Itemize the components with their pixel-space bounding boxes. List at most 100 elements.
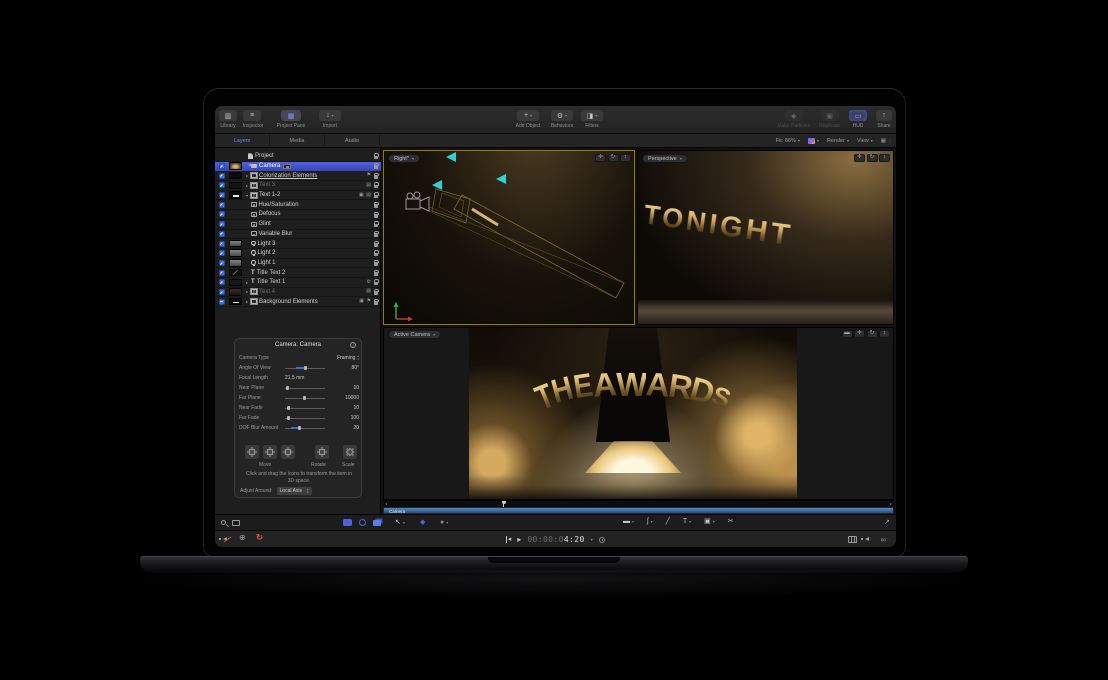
dolly-tool-icon[interactable]: ↕ bbox=[620, 154, 631, 162]
layer-checkbox[interactable] bbox=[219, 231, 225, 237]
slider-thumb[interactable] bbox=[298, 426, 301, 431]
duration-icon[interactable] bbox=[599, 537, 605, 543]
timecode-menu-icon[interactable]: ▾ bbox=[591, 538, 593, 542]
viewport-active-camera[interactable]: Active Camera▾ ▬ ✛ ↻ ↕ THEAWARDS bbox=[383, 327, 894, 500]
layer-row[interactable]: Defocus bbox=[215, 210, 381, 220]
layer-checkbox[interactable] bbox=[219, 202, 225, 208]
inspector-value[interactable]: 10 bbox=[329, 385, 359, 391]
layer-checkbox[interactable] bbox=[219, 163, 225, 169]
layer-checkbox[interactable] bbox=[219, 221, 225, 227]
keyframe-editor-toggle-icon[interactable] bbox=[359, 519, 366, 526]
play-range-icon[interactable] bbox=[848, 536, 857, 543]
orbit-tool-icon[interactable]: ↻ bbox=[608, 154, 619, 162]
inspector-value[interactable]: Framing bbox=[329, 355, 355, 361]
layer-row[interactable]: ▾TText 1-2▣▤ bbox=[215, 191, 381, 201]
previous-frame-button[interactable]: ◂ bbox=[506, 536, 511, 543]
layer-checkbox[interactable] bbox=[219, 241, 225, 247]
layer-row[interactable]: Camera bbox=[215, 162, 381, 172]
behaviors-button[interactable]: ⚙▾ bbox=[551, 110, 573, 121]
slider-thumb[interactable] bbox=[287, 416, 290, 421]
resize-handle-icon[interactable]: ↗ bbox=[884, 519, 890, 526]
play-button[interactable]: ▸ bbox=[517, 536, 521, 544]
layer-checkbox[interactable] bbox=[219, 250, 225, 256]
bezier-tool[interactable]: ʃ▾ bbox=[647, 518, 653, 525]
move-z-button[interactable] bbox=[281, 445, 295, 459]
viewport-right-view[interactable]: Right*▾ ✛ ↻ ↕ bbox=[383, 150, 635, 325]
adjust-3d-tool[interactable]: ●▾ bbox=[440, 519, 448, 526]
adjust-item-tool[interactable]: ◆ bbox=[420, 519, 425, 526]
layer-row[interactable]: Light 2 bbox=[215, 249, 381, 259]
render-menu[interactable]: Render▾ bbox=[827, 138, 849, 144]
layer-row[interactable]: Hue/Saturation bbox=[215, 200, 381, 210]
mask-tool[interactable]: ▣▾ bbox=[704, 518, 715, 525]
audio-timeline-toggle-icon[interactable] bbox=[373, 520, 381, 526]
filters-button[interactable]: ◨▾ bbox=[581, 110, 603, 121]
layer-row[interactable]: Light 1 bbox=[215, 259, 381, 269]
view-menu[interactable]: View▾ bbox=[857, 138, 873, 144]
line-tool[interactable]: ╱ bbox=[666, 518, 670, 525]
make-particles-button[interactable]: ◆ bbox=[785, 110, 803, 121]
dolly-tool-icon[interactable]: ↕ bbox=[879, 330, 890, 338]
layer-checkbox[interactable] bbox=[219, 279, 225, 285]
scroll-right-icon[interactable]: ▸ bbox=[890, 502, 892, 506]
layer-checkbox[interactable] bbox=[219, 182, 225, 188]
info-icon[interactable]: i bbox=[350, 342, 356, 348]
orbit-tool-icon[interactable]: ↻ bbox=[867, 330, 878, 338]
layer-checkbox[interactable] bbox=[219, 299, 225, 305]
tab-audio[interactable]: Audio bbox=[325, 134, 380, 148]
layer-checkbox[interactable] bbox=[219, 260, 225, 266]
slider-thumb[interactable] bbox=[303, 396, 306, 401]
slider-control[interactable] bbox=[285, 415, 329, 421]
layer-checkbox[interactable] bbox=[219, 289, 225, 295]
layer-row[interactable]: Project bbox=[215, 152, 381, 162]
inspector-value[interactable]: 20 bbox=[329, 425, 359, 431]
move-xz-button[interactable] bbox=[263, 445, 277, 459]
layer-checkbox[interactable] bbox=[219, 211, 225, 217]
viewport-camera-popup[interactable]: Active Camera▾ bbox=[388, 330, 441, 339]
timecode-field[interactable]: 00:00:04:20 bbox=[527, 535, 584, 544]
share-button[interactable]: ↑ bbox=[876, 110, 892, 121]
tab-media[interactable]: Media bbox=[270, 134, 325, 148]
rotate-button[interactable] bbox=[315, 445, 329, 459]
slider-thumb[interactable] bbox=[286, 386, 289, 391]
camera-track-bar[interactable]: Camera bbox=[383, 507, 894, 514]
orbit-tool-icon[interactable]: ↻ bbox=[867, 154, 878, 162]
slider-control[interactable] bbox=[285, 385, 329, 391]
layer-checkbox[interactable] bbox=[219, 173, 225, 179]
import-button[interactable]: ↓▾ bbox=[319, 110, 341, 121]
viewport-camera-popup[interactable]: Right*▾ bbox=[388, 154, 420, 163]
expand-triangle[interactable]: ▸ bbox=[244, 280, 250, 285]
layer-row[interactable]: Glint bbox=[215, 220, 381, 230]
inspector-value[interactable]: 100 bbox=[329, 415, 359, 421]
hud-button[interactable]: ▭ bbox=[849, 110, 867, 121]
inspector-value[interactable]: 10000 bbox=[329, 395, 359, 401]
layer-row[interactable]: ▸Colorization Elements⚑ bbox=[215, 171, 381, 181]
scale-button[interactable] bbox=[343, 445, 357, 459]
text-tool[interactable]: T▾ bbox=[683, 518, 691, 525]
inspector-value[interactable]: 10 bbox=[329, 405, 359, 411]
layer-row[interactable]: ▸Background Elements▣⚑ bbox=[215, 297, 381, 307]
shape-tool[interactable]: ▬▾ bbox=[623, 518, 634, 525]
replicate-button[interactable]: ▣ bbox=[821, 110, 839, 121]
filmstrip-icon[interactable] bbox=[232, 520, 240, 526]
slider-control[interactable] bbox=[285, 365, 329, 371]
project-pane-button[interactable]: ▦ bbox=[281, 110, 301, 121]
layer-checkbox[interactable] bbox=[219, 192, 225, 198]
pan-tool-icon[interactable]: ✛ bbox=[595, 154, 606, 162]
slider-control[interactable] bbox=[285, 405, 329, 411]
tab-layers[interactable]: Layers bbox=[215, 134, 270, 148]
layer-checkbox[interactable] bbox=[219, 270, 225, 276]
slider-control[interactable] bbox=[285, 425, 329, 431]
viewport-perspective[interactable]: Perspective▾ ✛ ↻ ↕ TONIGHT bbox=[637, 150, 894, 325]
audio-icon[interactable] bbox=[865, 536, 873, 543]
loop-icon[interactable]: ∞ bbox=[881, 536, 886, 544]
knife-tool[interactable]: ✂ bbox=[728, 518, 734, 525]
layer-row[interactable]: Light 3 bbox=[215, 239, 381, 249]
dolly-tool-icon[interactable]: ↕ bbox=[879, 154, 890, 162]
pan-tool-icon[interactable]: ✛ bbox=[854, 330, 865, 338]
channels-control[interactable]: ▾ bbox=[808, 138, 819, 144]
search-icon[interactable] bbox=[221, 520, 226, 525]
add-object-button[interactable]: +▾ bbox=[517, 110, 539, 121]
layer-row[interactable]: TTitle Text 2 bbox=[215, 268, 381, 278]
move-xy-button[interactable] bbox=[245, 445, 259, 459]
